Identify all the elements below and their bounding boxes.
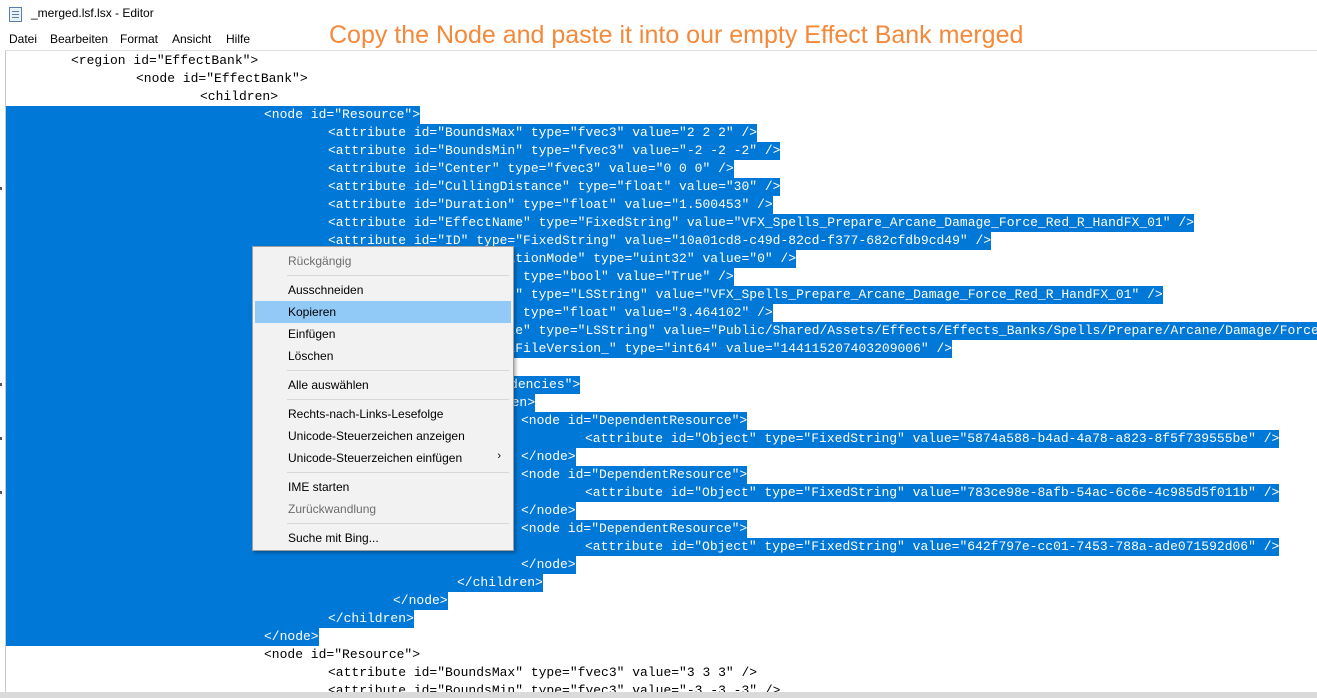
window-title: _merged.lsf.lsx - Editor (31, 6, 154, 20)
context-item-label: Zurückwandlung (288, 502, 377, 516)
code-text: <attribute id="Center" type="fvec3" valu… (328, 160, 734, 178)
selection-highlight (6, 178, 328, 196)
context-item-label: IME starten (288, 480, 350, 494)
code-text: <attribute id="BoundsMax" type="fvec3" v… (328, 665, 758, 680)
selection-highlight (6, 142, 328, 160)
selection-highlight (6, 214, 328, 232)
context-item-label: Kopieren (288, 305, 337, 319)
selection-highlight (6, 124, 328, 142)
code-text: <attribute id="Object" type="FixedString… (585, 430, 1280, 448)
menu-format[interactable]: Format (120, 32, 158, 46)
code-text: </children> (328, 610, 414, 628)
context-item-9[interactable]: Rechts-nach-Links-Lesefolge (255, 403, 511, 425)
code-text: <node id="DependentResource"> (521, 466, 748, 484)
context-item-label: Löschen (288, 349, 334, 363)
context-item-16[interactable]: Suche mit Bing... (255, 527, 511, 549)
menu-separator (287, 523, 509, 524)
edge-mark (0, 187, 2, 190)
code-text: <attribute id="Duration" type="float" va… (328, 196, 773, 214)
edge-mark (0, 383, 2, 386)
context-item-0: Rückgängig (255, 250, 511, 272)
edge-mark (0, 437, 2, 440)
selection-highlight (6, 628, 264, 646)
code-text: <children> (200, 89, 279, 104)
code-text: <node id="Resource"> (264, 647, 421, 662)
code-text: <region id="EffectBank"> (71, 53, 259, 68)
code-text: <attribute id="Object" type="FixedString… (585, 484, 1280, 502)
code-text: <attribute id="BoundsMax" type="fvec3" v… (328, 124, 758, 142)
horizontal-scrollbar[interactable] (0, 692, 1317, 698)
selection-highlight (6, 196, 328, 214)
context-item-label: Alle auswählen (288, 378, 369, 392)
context-item-13[interactable]: IME starten (255, 476, 511, 498)
code-text: </node> (521, 556, 576, 574)
context-item-label: Rückgängig (288, 254, 352, 268)
menu-separator (287, 275, 509, 276)
selection-highlight (6, 574, 457, 592)
context-item-11[interactable]: Unicode-Steuerzeichen einfügen › (255, 447, 511, 469)
text-editor[interactable]: <region id="EffectBank"> <node id="Effect… (5, 50, 1317, 693)
menu-separator (287, 370, 509, 371)
menu-separator (287, 472, 509, 473)
menu-separator (287, 399, 509, 400)
code-text: </node> (264, 628, 319, 646)
selection-highlight (6, 592, 393, 610)
context-item-4[interactable]: Einfügen (255, 323, 511, 345)
code-text: </node> (521, 448, 576, 466)
context-item-label: Unicode-Steuerzeichen einfügen (288, 451, 463, 465)
context-item-7[interactable]: Alle auswählen (255, 374, 511, 396)
selection-highlight (6, 106, 264, 124)
context-item-label: Rechts-nach-Links-Lesefolge (288, 407, 444, 421)
context-item-14: Zurückwandlung (255, 498, 511, 520)
code-text: <node id="Resource"> (264, 106, 421, 124)
code-text: </node> (393, 592, 448, 610)
menu-ansicht[interactable]: Ansicht (172, 32, 211, 46)
instruction-annotation: Copy the Node and paste it into our empt… (329, 21, 1024, 49)
code-text: <node id="EffectBank"> (136, 71, 308, 86)
context-item-10[interactable]: Unicode-Steuerzeichen anzeigen (255, 425, 511, 447)
menu-hilfe[interactable]: Hilfe (226, 32, 250, 46)
code-text: <attribute id="EffectName" type="FixedSt… (328, 214, 1194, 232)
code-text: <attribute id="BoundsMin" type="fvec3" v… (328, 142, 781, 160)
context-item-5[interactable]: Löschen (255, 345, 511, 367)
code-text: <attribute id="Object" type="FixedString… (585, 538, 1280, 556)
menu-bearbeiten[interactable]: Bearbeiten (50, 32, 108, 46)
notepad-icon (9, 7, 22, 22)
edge-mark (0, 491, 2, 494)
context-item-label: Suche mit Bing... (288, 531, 379, 545)
context-item-label: Einfügen (288, 327, 336, 341)
code-text: <attribute id="CullingDistance" type="fl… (328, 178, 781, 196)
chevron-right-icon: › (497, 450, 501, 462)
menu-datei[interactable]: Datei (9, 32, 37, 46)
code-text: </children> (457, 574, 543, 592)
selection-highlight (6, 556, 521, 574)
code-text: </node> (521, 502, 576, 520)
context-item-2[interactable]: Ausschneiden (255, 279, 511, 301)
context-item-label: Unicode-Steuerzeichen anzeigen (288, 429, 465, 443)
selection-highlight (6, 610, 328, 628)
selection-highlight (6, 160, 328, 178)
context-item-3[interactable]: Kopieren (255, 301, 511, 323)
code-text: <node id="DependentResource"> (521, 412, 748, 430)
code-text: <node id="DependentResource"> (521, 520, 748, 538)
context-item-label: Ausschneiden (288, 283, 364, 297)
context-menu: Rückgängig Ausschneiden Kopieren Einfügen Lö… (252, 246, 514, 551)
